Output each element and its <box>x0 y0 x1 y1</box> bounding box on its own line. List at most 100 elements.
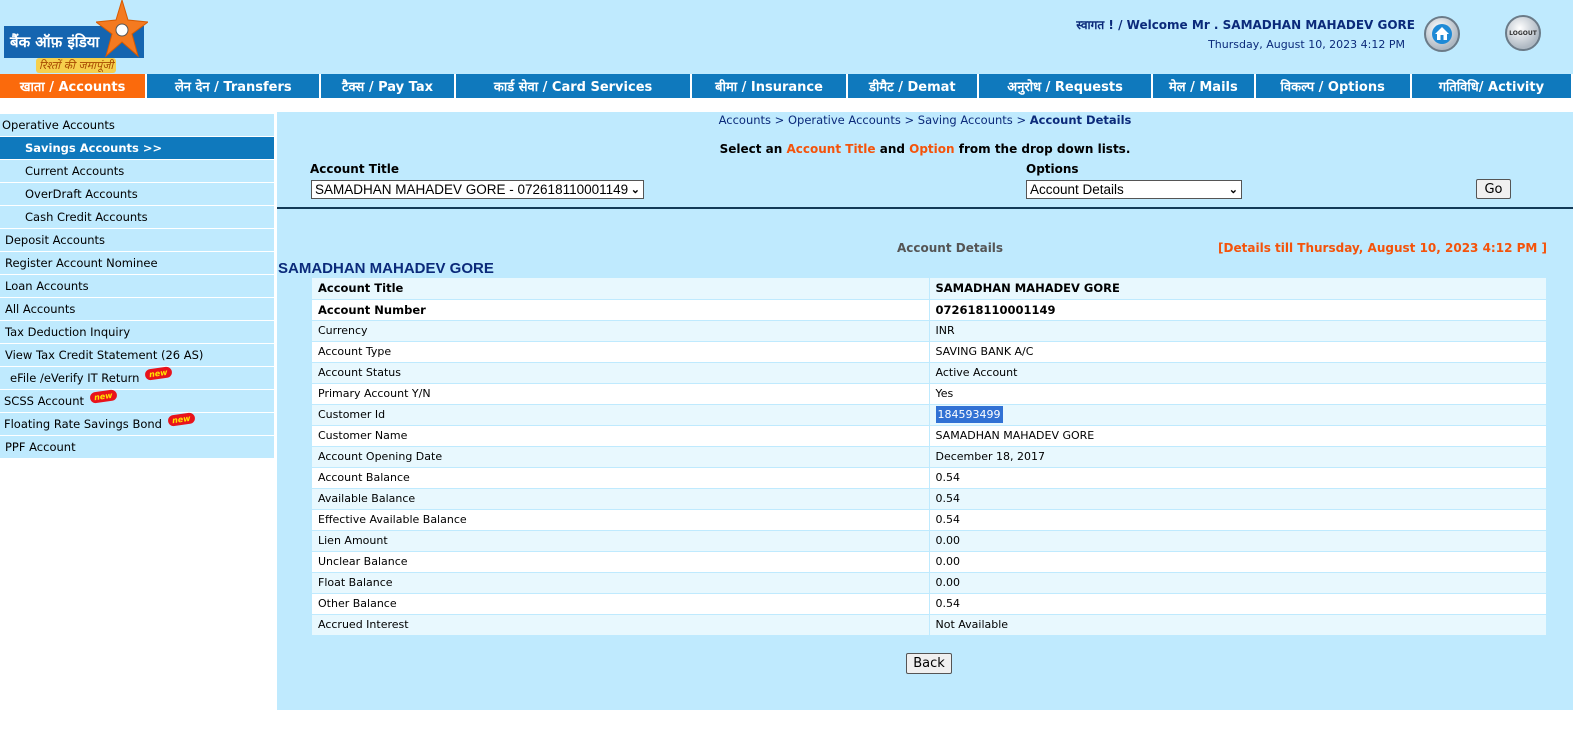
sidebar-item[interactable]: Floating Rate Savings Bond new <box>0 411 274 436</box>
options-select[interactable]: Account Details ⌄ <box>1026 180 1242 199</box>
account-title-value: SAMADHAN MAHADEV GORE - 072618110001149 <box>315 182 629 197</box>
detail-value: 072618110001149 <box>929 299 1546 321</box>
detail-label: Other Balance <box>312 593 930 615</box>
table-row: Account Title SAMADHAN MAHADEV GORE <box>312 278 1546 300</box>
table-row: Accrued Interest Not Available <box>312 614 1546 636</box>
breadcrumb-path[interactable]: Accounts > Operative Accounts > Saving A… <box>719 113 1030 127</box>
detail-value: 184593499 <box>929 404 1546 426</box>
detail-label: Available Balance <box>312 488 930 510</box>
table-row: Currency INR <box>312 320 1546 342</box>
detail-value: 0.54 <box>929 509 1546 531</box>
sidebar-item-label: Savings Accounts >> <box>25 141 163 155</box>
detail-label: Effective Available Balance <box>312 509 930 531</box>
sidebar-item-label: Tax Deduction Inquiry <box>5 325 131 339</box>
detail-label: Unclear Balance <box>312 551 930 573</box>
nav-tab[interactable]: बीमा / Insurance <box>692 74 846 98</box>
instruction-part: and <box>875 142 910 156</box>
detail-value: Active Account <box>929 362 1546 384</box>
welcome-text: स्वागत ! / Welcome Mr . SAMADHAN MAHADEV… <box>1076 18 1415 32</box>
chevron-down-icon: ⌄ <box>630 184 640 196</box>
sidebar-item[interactable]: Deposit Accounts <box>0 229 274 252</box>
sidebar-item-label: Current Accounts <box>25 164 125 178</box>
detail-label: Customer Name <box>312 425 930 447</box>
home-button[interactable] <box>1424 16 1460 52</box>
logout-label: LOGOUT <box>1509 29 1537 37</box>
logo-tagline: रिश्तों की जमापूंजी <box>36 58 117 73</box>
sidebar: Operative Accounts Savings Accounts >> Cur… <box>0 114 274 459</box>
sidebar-item-label: Register Account Nominee <box>5 256 158 270</box>
table-row: Float Balance 0.00 <box>312 572 1546 594</box>
section-title: Account Details <box>897 241 1004 255</box>
nav-tab[interactable]: टैक्स / Pay Tax <box>321 74 454 98</box>
table-row: Account Number 072618110001149 <box>312 299 1546 321</box>
instruction-part: from the drop down lists. <box>954 142 1131 156</box>
nav-tab[interactable]: डीमैट / Demat <box>847 74 977 98</box>
table-row: Customer Id 184593499 <box>312 404 1546 426</box>
nav-tab[interactable]: कार्ड सेवा / Card Services <box>455 74 691 98</box>
detail-label: Customer Id <box>312 404 930 426</box>
detail-label: Account Balance <box>312 467 930 489</box>
instruction-highlight: Account Title <box>786 142 876 156</box>
table-row: Account Opening Date December 18, 2017 <box>312 446 1546 468</box>
header: बैंक ऑफ़ इंडिया रिश्तों की जमापूंजी स्वा… <box>0 0 1573 74</box>
new-badge-icon: new <box>167 411 196 427</box>
detail-value: December 18, 2017 <box>929 446 1546 468</box>
sidebar-item[interactable]: eFile /eVerify IT Return new <box>0 365 274 390</box>
table-row: Other Balance 0.54 <box>312 593 1546 615</box>
sidebar-item-label: All Accounts <box>5 302 76 316</box>
sidebar-item[interactable]: All Accounts <box>0 298 274 321</box>
sidebar-item[interactable]: View Tax Credit Statement (26 AS) <box>0 344 274 367</box>
sidebar-item[interactable]: Savings Accounts >> <box>0 137 274 160</box>
sidebar-item[interactable]: Tax Deduction Inquiry <box>0 321 274 344</box>
nav-tab[interactable]: खाता / Accounts <box>0 74 146 98</box>
detail-label: Account Type <box>312 341 930 363</box>
nav-tab[interactable]: गतिविधि/ Activity <box>1411 74 1571 98</box>
instruction-highlight: Option <box>909 142 955 156</box>
nav-tab[interactable]: विकल्प / Options <box>1255 74 1410 98</box>
detail-value: Not Available <box>929 614 1546 636</box>
nav-tab[interactable]: मेल / Mails <box>1153 74 1254 98</box>
logout-button[interactable]: LOGOUT <box>1505 15 1541 51</box>
back-button[interactable]: Back <box>906 653 952 674</box>
detail-value: 0.54 <box>929 467 1546 489</box>
go-button[interactable]: Go <box>1476 179 1511 199</box>
detail-value: INR <box>929 320 1546 342</box>
sidebar-item[interactable]: Loan Accounts <box>0 275 274 298</box>
detail-label: Account Title <box>312 278 930 300</box>
detail-label: Lien Amount <box>312 530 930 552</box>
divider <box>277 207 1573 209</box>
detail-label: Account Number <box>312 299 930 321</box>
detail-value: 0.00 <box>929 551 1546 573</box>
breadcrumb-current: Account Details <box>1029 113 1132 127</box>
nav-tab[interactable]: लेन देन / Transfers <box>147 74 320 98</box>
account-title-select[interactable]: SAMADHAN MAHADEV GORE - 072618110001149 … <box>311 180 644 199</box>
bank-logo[interactable]: बैंक ऑफ़ इंडिया रिश्तों की जमापूंजी <box>4 0 148 73</box>
sidebar-item-label: View Tax Credit Statement (26 AS) <box>5 348 204 362</box>
detail-value: 0.00 <box>929 530 1546 552</box>
nav-tab[interactable]: अनुरोध / Requests <box>979 74 1152 98</box>
table-row: Lien Amount 0.00 <box>312 530 1546 552</box>
sidebar-item[interactable]: PPF Account <box>0 436 274 459</box>
detail-value: 0.54 <box>929 488 1546 510</box>
sidebar-item[interactable]: Register Account Nominee <box>0 252 274 275</box>
sidebar-item[interactable]: SCSS Account new <box>0 388 274 413</box>
chevron-down-icon: ⌄ <box>1228 184 1238 196</box>
star-icon <box>96 0 148 58</box>
sidebar-item[interactable]: OverDraft Accounts <box>0 183 274 206</box>
instruction-part: Select an <box>719 142 787 156</box>
instruction-text: Select an Account Title and Option from … <box>277 142 1573 156</box>
table-row: Unclear Balance 0.00 <box>312 551 1546 573</box>
main-nav: खाता / Accounts लेन देन / Transfers टैक्स … <box>0 74 1573 98</box>
table-row: Effective Available Balance 0.54 <box>312 509 1546 531</box>
sidebar-item-label: OverDraft Accounts <box>25 187 138 201</box>
home-icon <box>1432 24 1452 44</box>
sidebar-item[interactable]: Operative Accounts <box>0 114 274 137</box>
selected-text: 184593499 <box>935 406 1003 423</box>
sidebar-item[interactable]: Current Accounts <box>0 160 274 183</box>
sidebar-item[interactable]: Cash Credit Accounts <box>0 206 274 229</box>
customer-name-heading: SAMADHAN MAHADEV GORE <box>278 260 494 277</box>
detail-value: SAVING BANK A/C <box>929 341 1546 363</box>
options-value: Account Details <box>1030 182 1124 197</box>
sidebar-item-label: SCSS Account <box>4 394 85 408</box>
sidebar-item-label: Deposit Accounts <box>5 233 106 247</box>
